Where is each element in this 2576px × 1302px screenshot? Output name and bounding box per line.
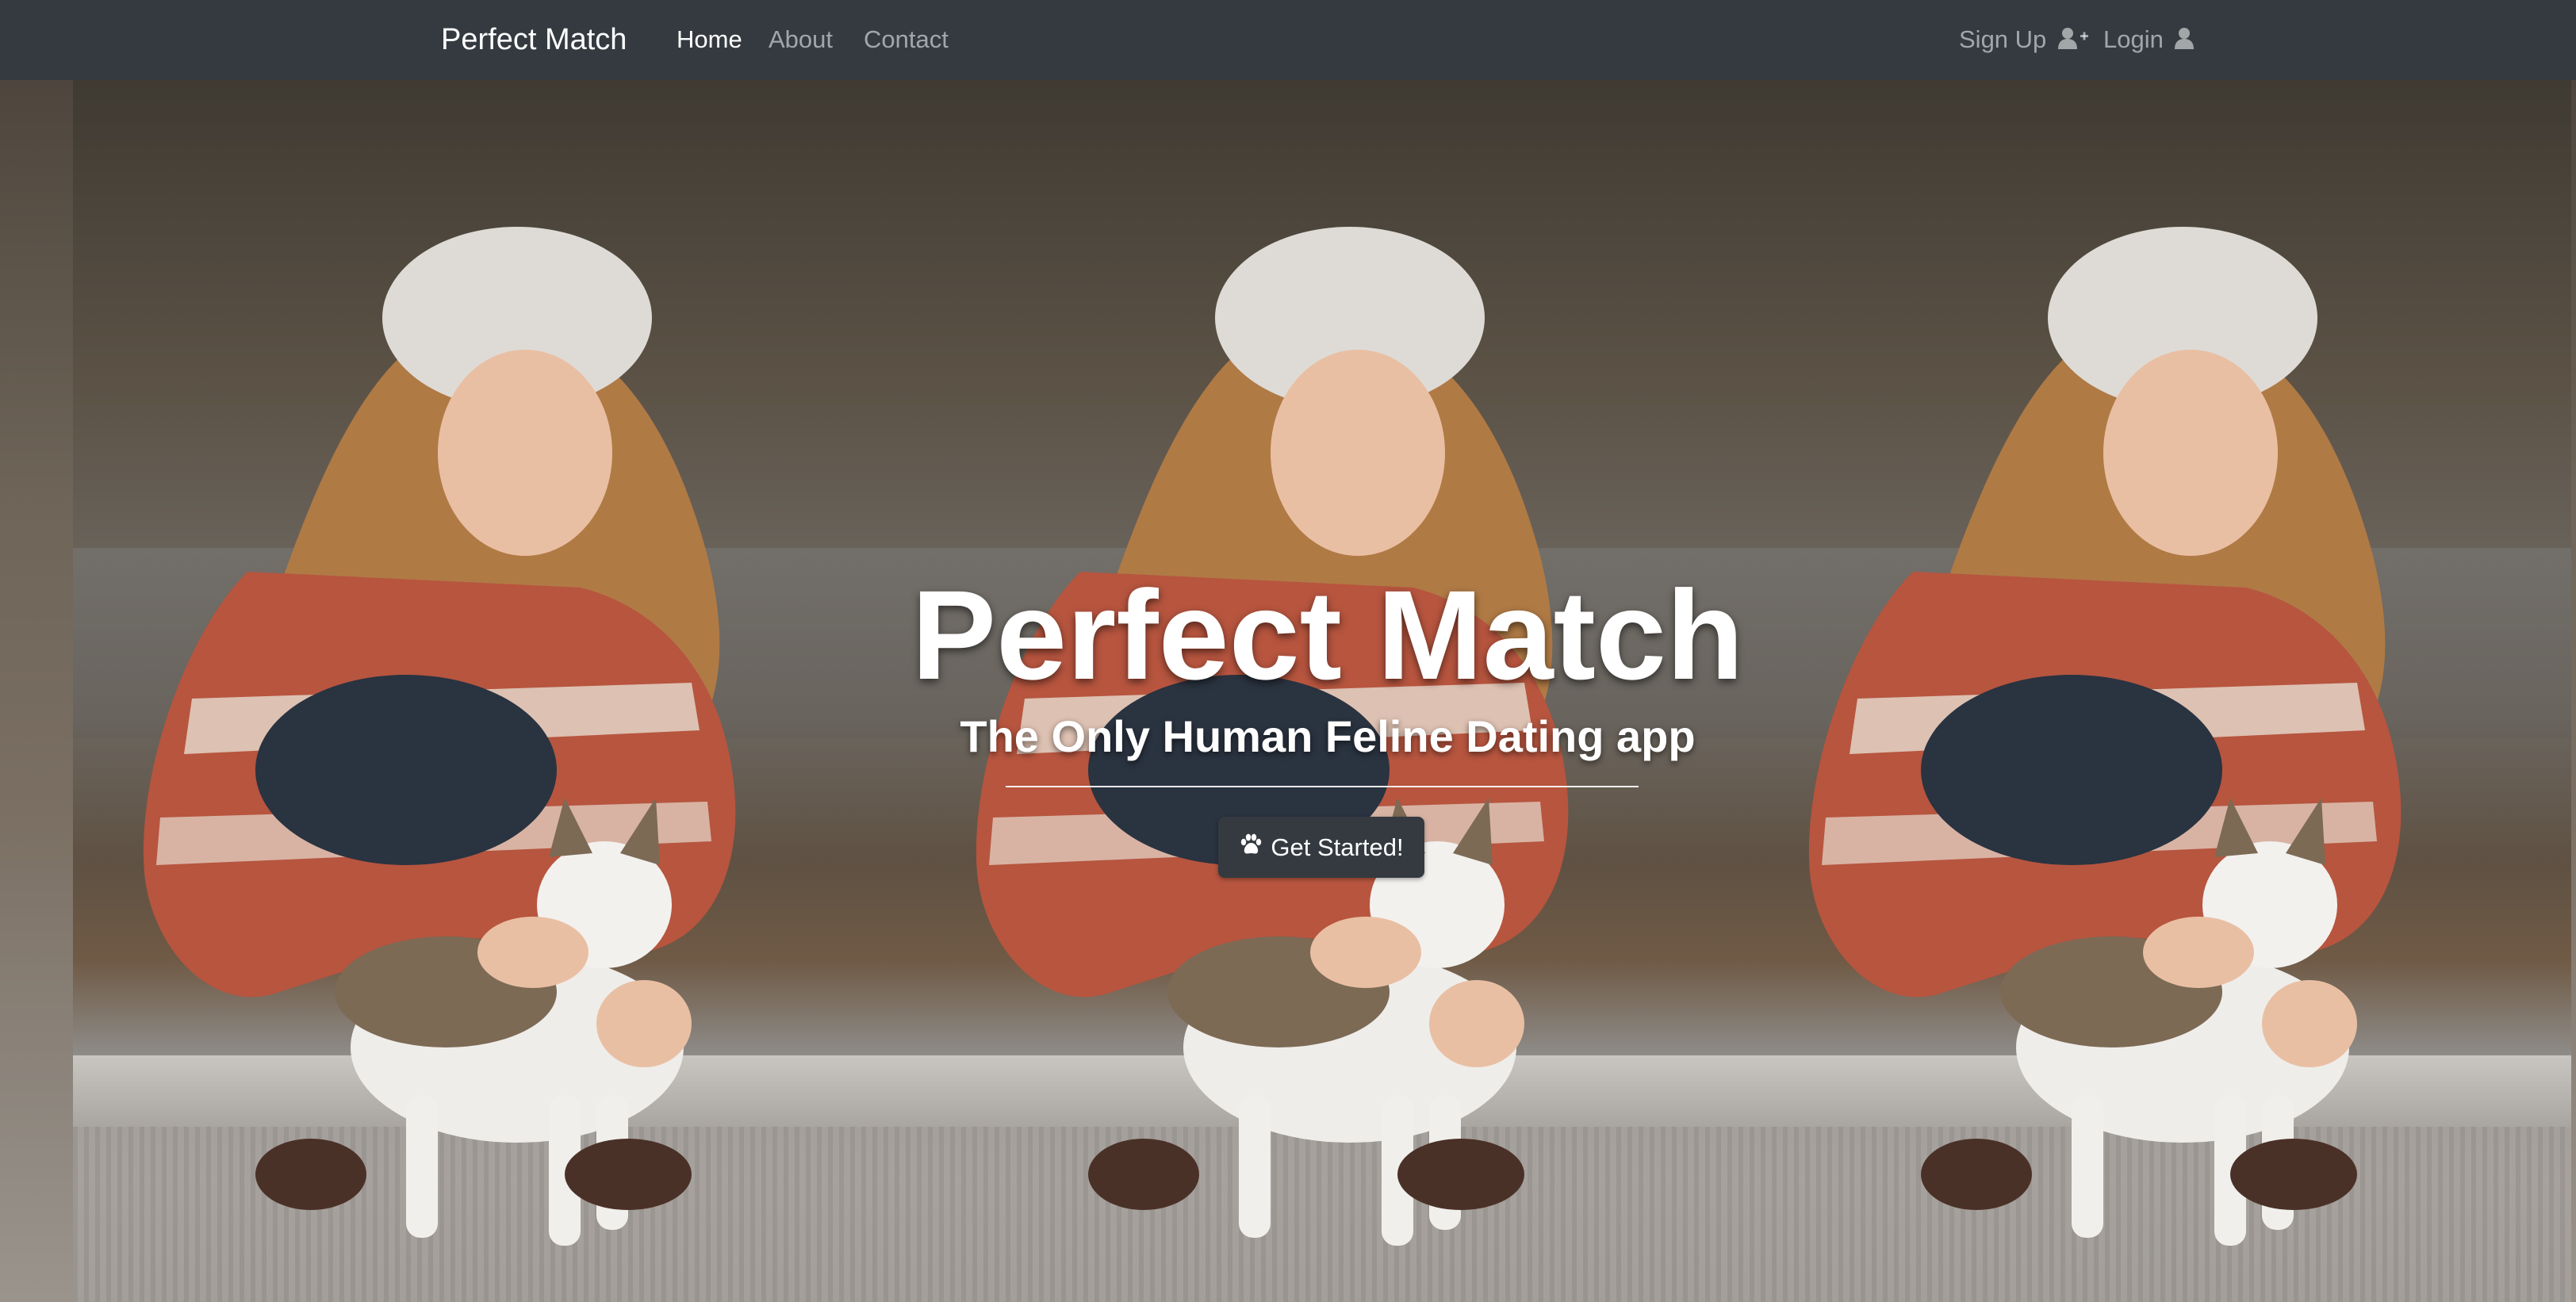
user-icon	[2175, 19, 2195, 63]
nav-sign-up[interactable]: Sign Up	[1959, 17, 2088, 62]
hero-content: Perfect Match The Only Human Feline Dati…	[0, 80, 2576, 1302]
hero-title: Perfect Match	[911, 564, 1744, 706]
get-started-label: Get Started!	[1271, 833, 1404, 861]
hero-subtitle: The Only Human Feline Dating app	[960, 711, 1696, 761]
hero-divider	[1006, 786, 1639, 787]
nav-home[interactable]: Home	[677, 17, 742, 62]
brand-link[interactable]: Perfect Match	[441, 17, 627, 62]
paw-icon	[1239, 833, 1263, 863]
navbar: Perfect Match Home About Contact Sign Up…	[0, 0, 2576, 80]
login-label: Login	[2103, 25, 2164, 53]
get-started-button[interactable]: Get Started!	[1218, 817, 1424, 878]
nav-login[interactable]: Login	[2103, 17, 2195, 63]
nav-contact[interactable]: Contact	[864, 17, 949, 62]
user-plus-icon	[2057, 19, 2088, 63]
nav-about[interactable]: About	[769, 17, 833, 62]
sign-up-label: Sign Up	[1959, 25, 2047, 53]
